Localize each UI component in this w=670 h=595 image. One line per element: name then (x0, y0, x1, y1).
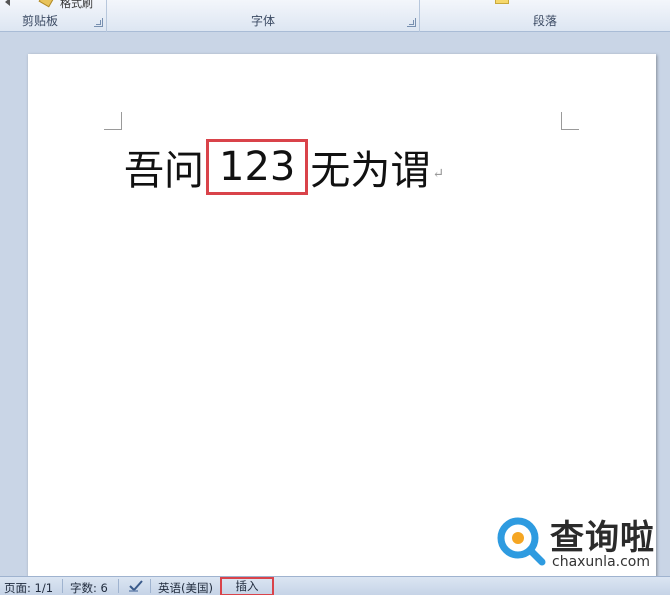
status-word-count[interactable]: 字数: 6 (70, 580, 108, 595)
margin-corner-top-left (104, 112, 122, 130)
document-area: 吾问 123 无为谓 ↵ 查询啦 chaxunla.com (0, 32, 670, 594)
group-label-clipboard: 剪贴板 (22, 14, 59, 28)
group-label-font: 字体 (250, 14, 275, 28)
status-divider (118, 579, 119, 593)
proofing-check-icon[interactable] (128, 579, 144, 593)
ribbon-group-font: 字体 (107, 0, 420, 32)
margin-corner-top-right (561, 112, 579, 130)
status-language[interactable]: 英语(美国) (158, 580, 213, 595)
watermark-brand: 查询啦 (550, 518, 655, 558)
paragraph-mark-icon: ↵ (432, 166, 445, 182)
ribbon-group-paragraph: 段落 (420, 0, 670, 32)
watermark-domain: chaxunla.com (552, 554, 650, 570)
ribbon-group-clipboard: 剪贴板 (0, 0, 107, 32)
clipboard-launcher-icon[interactable] (94, 18, 103, 27)
group-label-paragraph: 段落 (532, 14, 557, 28)
highlighted-number: 123 (206, 139, 309, 195)
font-launcher-icon[interactable] (407, 18, 416, 27)
status-divider (150, 579, 151, 593)
document-text-line[interactable]: 吾问 123 无为谓 ↵ (124, 139, 444, 195)
text-after: 无为谓 (310, 148, 431, 194)
status-page[interactable]: 页面: 1/1 (4, 580, 53, 595)
search-logo-icon (497, 517, 546, 566)
paragraph-tool-icon[interactable] (495, 0, 509, 4)
text-before: 吾问 (124, 148, 204, 194)
status-divider (62, 579, 63, 593)
ribbon: 格式刷 剪贴板 字体 段落 (0, 0, 670, 32)
status-bar: 页面: 1/1 字数: 6 英语(美国) 插入 (0, 576, 670, 595)
watermark: 查询啦 chaxunla.com (496, 510, 666, 576)
insert-mode-button[interactable]: 插入 (220, 577, 274, 595)
